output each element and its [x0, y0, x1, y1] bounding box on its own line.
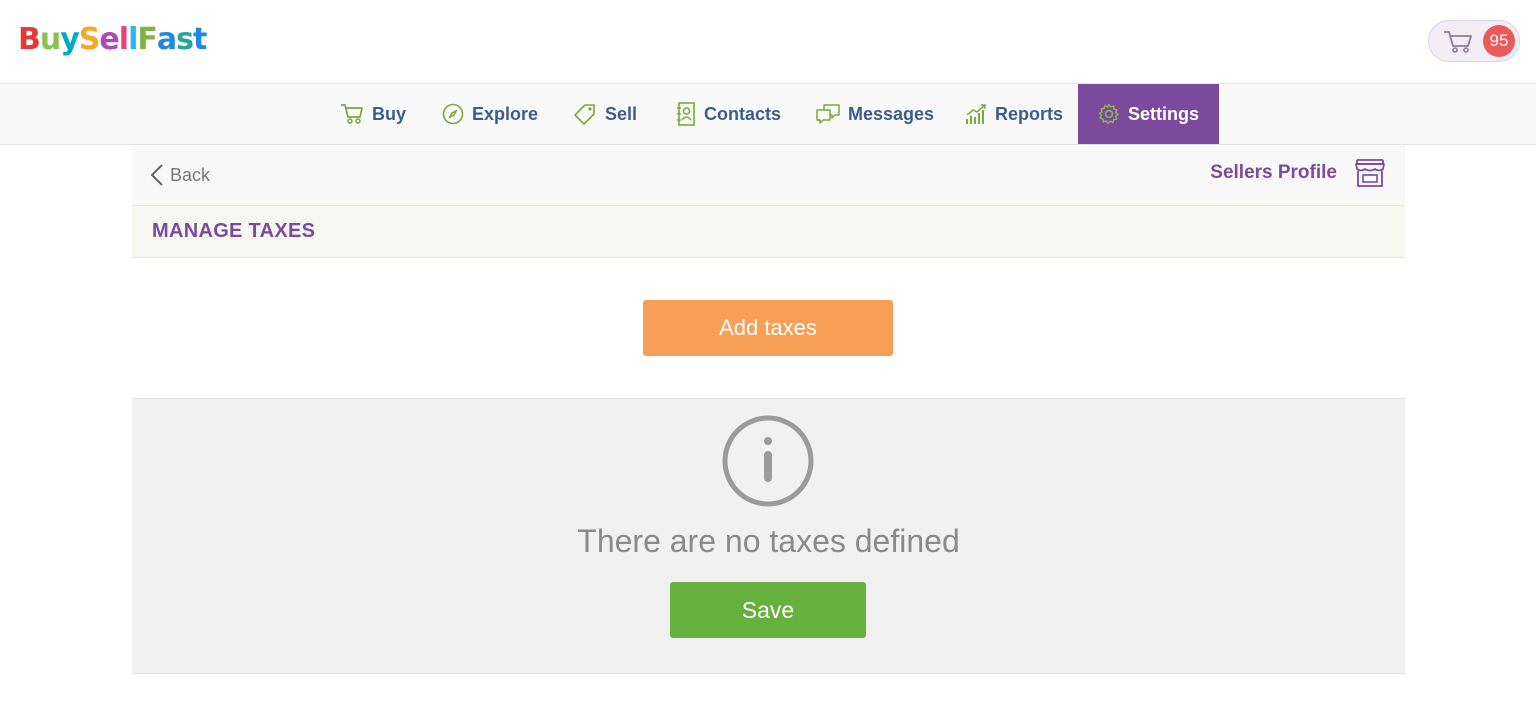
- info-icon: [722, 415, 814, 507]
- cart-button[interactable]: 95: [1428, 20, 1520, 62]
- nav-label-messages: Messages: [848, 103, 935, 124]
- sellers-profile-link[interactable]: Sellers Profile: [1210, 159, 1385, 187]
- logo-letter: F: [137, 22, 157, 57]
- logo-letter: S: [78, 22, 101, 57]
- contact-book-icon: [677, 102, 695, 126]
- gear-icon: [1098, 103, 1119, 125]
- save-button[interactable]: Save: [670, 582, 866, 638]
- logo-letter: e: [99, 22, 119, 57]
- chevron-left-icon: [150, 164, 163, 186]
- section-header: MANAGE TAXES: [132, 206, 1405, 258]
- cart-count-badge: 95: [1483, 25, 1515, 57]
- compass-icon: [442, 103, 464, 125]
- nav-label-explore: Explore: [472, 103, 539, 124]
- page-title: MANAGE TAXES: [152, 220, 316, 242]
- add-taxes-button[interactable]: Add taxes: [643, 300, 893, 356]
- back-button[interactable]: Back: [150, 163, 210, 187]
- chart-icon: [966, 104, 986, 124]
- nav-item-messages[interactable]: Messages: [816, 84, 934, 144]
- logo-letter: l: [128, 22, 138, 57]
- nav-item-settings[interactable]: Settings: [1078, 84, 1220, 144]
- nav-label-settings: Settings: [1128, 103, 1200, 124]
- logo-letter: y: [60, 22, 80, 57]
- logo-letter: s: [176, 22, 194, 57]
- logo-letter: l: [118, 22, 129, 57]
- nav-label-contacts: Contacts: [704, 103, 782, 124]
- main-nav: Buy Explore Sell Contacts Messages Repor…: [0, 84, 1536, 145]
- sellers-profile-label: Sellers Profile: [1210, 162, 1337, 183]
- chat-icon: [816, 104, 840, 124]
- top-header: BuySellFast 95: [0, 0, 1536, 84]
- back-label: Back: [170, 164, 211, 185]
- nav-label-sell: Sell: [605, 103, 638, 124]
- storefront-icon: [1355, 159, 1385, 187]
- nav-label-buy: Buy: [372, 103, 407, 124]
- cart-icon: [1444, 31, 1472, 53]
- tag-icon: [574, 104, 595, 125]
- nav-item-explore[interactable]: Explore: [442, 84, 538, 144]
- nav-item-reports[interactable]: Reports: [965, 84, 1063, 144]
- empty-state-panel: There are no taxes defined Save: [132, 398, 1405, 674]
- brand-logo[interactable]: BuySellFast: [18, 22, 207, 58]
- logo-letter: u: [39, 22, 61, 57]
- logo-letter: t: [192, 22, 207, 57]
- nav-label-reports: Reports: [995, 103, 1064, 124]
- empty-state-message: There are no taxes defined: [577, 523, 960, 559]
- nav-item-contacts[interactable]: Contacts: [676, 84, 781, 144]
- nav-item-sell[interactable]: Sell: [573, 84, 637, 144]
- logo-letter: a: [156, 22, 177, 57]
- logo-letter: B: [18, 22, 41, 57]
- sub-header: Back Sellers Profile: [132, 145, 1405, 206]
- nav-item-buy[interactable]: Buy: [340, 84, 406, 144]
- cart-icon: [341, 104, 363, 124]
